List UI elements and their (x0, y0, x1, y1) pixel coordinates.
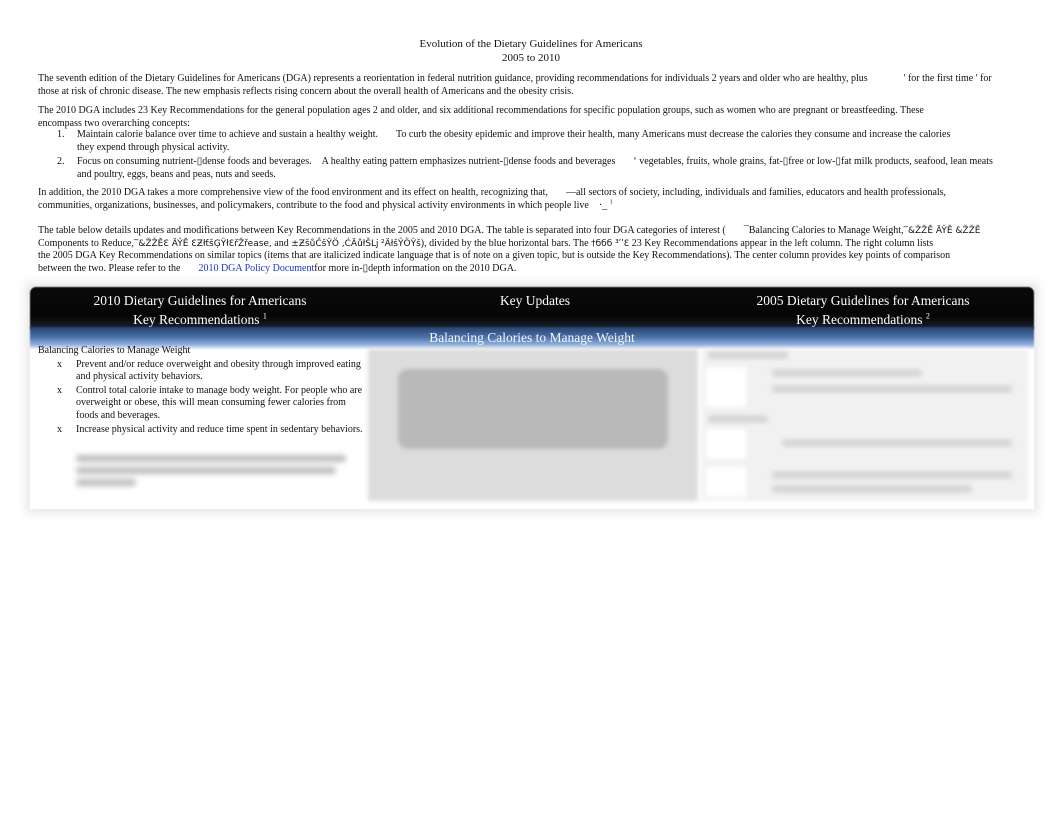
header-2005-recommendations: 2005 Dietary Guidelines for Americans Ke… (713, 291, 1013, 329)
header-key-updates: Key Updates (385, 291, 685, 310)
bullet-marker: x (57, 423, 62, 435)
blurred-line (708, 415, 768, 423)
concept-text: A healthy eating pattern emphasizes nutr… (321, 156, 616, 167)
policy-document-link[interactable]: 2010 DGA Policy Document (198, 263, 314, 274)
blurred-cell (706, 367, 746, 407)
recommendations-2010-cell: Balancing Calories to Manage Weight x Pr… (38, 345, 368, 436)
para4-text-5: for more in-▯depth information on the 20… (314, 262, 517, 274)
key-updates-cell-blurred (368, 349, 698, 501)
para3-text: In addition, the 2010 DGA takes a more c… (38, 187, 548, 198)
garbled-text: ±ƵšůĈšŶÖ ,ĆÄůłŠǈ ²ÄłšŶÖŶš (291, 238, 421, 249)
header-text: Key Updates (499, 293, 571, 308)
concept-text-2: vegetables, fruits, whole grains, fat-▯f… (639, 156, 993, 167)
footnote-ref[interactable]: 1 (263, 312, 267, 321)
intro-text-2: for the first time (907, 73, 974, 84)
para4-text-2: ), divided by the blue horizontal bars. … (420, 237, 589, 249)
encoding-mark: — (565, 187, 576, 198)
intro-text: The seventh edition of the Dietary Guide… (38, 73, 868, 84)
encoding-mark: ·_ (598, 199, 608, 211)
garbled-text: ‾&ŽŽĚ ÄŶĚ &ŽŽĚ (903, 226, 981, 236)
blurred-line (772, 385, 1012, 393)
blurred-line (76, 479, 136, 486)
concept-line-2: they expend through physical activity. (77, 141, 230, 153)
para3-line-2: communities, organizations, businesses, … (38, 199, 589, 211)
para2-line-1: The 2010 DGA includes 23 Key Recommendat… (38, 105, 924, 116)
bullet-marker: x (57, 358, 62, 370)
concept-text: To curb the obesity epidemic and improve… (396, 129, 951, 140)
title-line-2: 2005 to 2010 (501, 52, 561, 64)
header-text: 2010 Dietary Guidelines for Americans (93, 293, 307, 308)
concept-lead: Focus on consuming nutrient-▯dense foods… (77, 156, 312, 167)
header-subtext: Key Recommendations (796, 312, 923, 327)
header-text: 2005 Dietary Guidelines for Americans (756, 293, 970, 308)
blurred-line (782, 439, 1012, 447)
comparison-table: 2010 Dietary Guidelines for Americans Ke… (30, 281, 1034, 509)
para4-category-1: Balancing Calories to Manage Weight, (748, 225, 904, 236)
para4-text-3: 23 Key Recommendations appear in the lef… (631, 237, 934, 249)
environment-paragraph: In addition, the 2010 DGA takes a more c… (38, 187, 1028, 212)
blurred-cell (706, 429, 746, 459)
blurred-cell (706, 467, 746, 497)
header-subtext: Key Recommendations (133, 312, 260, 327)
blurred-line (772, 369, 922, 377)
para4-line-3: the 2005 DGA Key Recommendations on simi… (38, 250, 951, 262)
intro-paragraph: The seventh edition of the Dietary Guide… (38, 73, 1028, 98)
blurred-line (772, 485, 972, 493)
blurred-line (708, 351, 788, 359)
blurred-line (772, 471, 1012, 479)
title-line-1: Evolution of the Dietary Guidelines for … (419, 38, 643, 50)
para3-text-2: all sectors of society, including, indiv… (575, 187, 947, 198)
para4-text-4: between the two. Please refer to the (38, 262, 181, 274)
encoding-mark: ‘ (633, 156, 637, 167)
encoding-mark: ' (903, 73, 906, 84)
intro-line-2: those at risk of chronic disease. The ne… (38, 85, 574, 97)
para4-text: The table below details updates and modi… (38, 225, 726, 236)
recommendation-text: Prevent and/or reduce overweight and obe… (76, 358, 361, 383)
bullet-marker: x (57, 384, 62, 396)
footnote-ref[interactable]: 2 (926, 312, 930, 321)
category-label: Balancing Calories to Manage Weight (38, 345, 191, 356)
blurred-line (76, 455, 346, 462)
encoding-mark: ' (975, 73, 978, 84)
garbled-text: †ббб ³ʹʹƐ (591, 238, 630, 249)
intro-text-3: for (980, 73, 992, 84)
table-intro-paragraph: The table below details updates and modi… (38, 225, 1028, 275)
recommendation-item: x Control total calorie intake to manage… (38, 385, 368, 423)
para4-and: and (274, 237, 289, 249)
blurred-line (76, 467, 336, 474)
footnote-ref[interactable]: 1 (610, 199, 613, 205)
recommendations-paragraph: The 2010 DGA includes 23 Key Recommendat… (38, 105, 1028, 130)
recommendation-text: Increase physical activity and reduce ti… (76, 423, 363, 435)
list-number: 1. (57, 129, 65, 140)
recommendation-item: x Increase physical activity and reduce … (38, 424, 368, 437)
para4-category-2: Components to Reduce, (38, 237, 134, 249)
document-title: Evolution of the Dietary Guidelines for … (0, 37, 1062, 65)
list-number: 2. (57, 156, 65, 167)
concept-lead: Maintain calorie balance over time to ac… (77, 129, 378, 140)
recommendations-2005-cell-blurred (702, 349, 1028, 501)
blurred-content (398, 369, 668, 449)
concept-line-2: and poultry, eggs, beans and peas, nuts … (77, 168, 276, 180)
blurred-recommendation (76, 455, 356, 486)
recommendation-item: x Prevent and/or reduce overweight and o… (38, 359, 368, 384)
header-2010-recommendations: 2010 Dietary Guidelines for Americans Ke… (50, 291, 350, 329)
recommendation-text: Control total calorie intake to manage b… (76, 384, 363, 421)
garbled-text: ‾&ŽŽĚƐ ÄŶĚ ƐƵłƭšĢŶłƐřŽřease, (133, 238, 272, 249)
